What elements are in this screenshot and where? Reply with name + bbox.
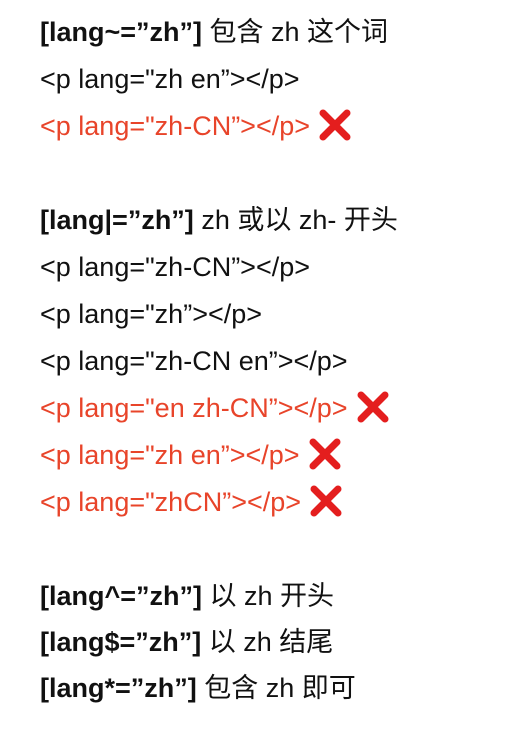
invalid-example: <p lang="zhCN”></p> — [40, 484, 343, 520]
cross-mark-icon — [356, 390, 390, 424]
section-heading: [lang~=”zh”] 包含 zh 这个词 — [40, 14, 388, 50]
example-code: <p lang="zhCN”></p> — [40, 487, 302, 517]
attribute-selector: [lang*=”zh”] — [40, 673, 197, 703]
section-heading: [lang|=”zh”] zh 或以 zh- 开头 — [40, 202, 398, 238]
cross-mark-icon — [309, 484, 343, 518]
attribute-selector: [lang^=”zh”] — [40, 581, 203, 611]
invalid-example: <p lang="en zh-CN”></p> — [40, 390, 390, 426]
attribute-selector: [lang|=”zh”] — [40, 205, 194, 235]
selector-description: 以 zh 开头 — [209, 581, 335, 611]
selector-description: zh 或以 zh- 开头 — [201, 205, 398, 235]
cross-mark-icon — [308, 437, 342, 471]
selector-description: 包含 zh 即可 — [204, 673, 356, 703]
valid-example: <p lang="zh-CN en”></p> — [40, 343, 348, 379]
attribute-selector: [lang$=”zh”] — [40, 627, 202, 657]
rule-line: [lang^=”zh”] 以 zh 开头 — [40, 578, 334, 614]
attribute-selector: [lang~=”zh”] — [40, 17, 203, 47]
example-code: <p lang="zh”></p> — [40, 299, 263, 329]
example-code: <p lang="zh en”></p> — [40, 440, 300, 470]
example-code: <p lang="zh-CN”></p> — [40, 252, 310, 282]
valid-example: <p lang="zh-CN”></p> — [40, 249, 310, 285]
cross-mark-icon — [318, 108, 352, 142]
valid-example: <p lang="zh en”></p> — [40, 61, 300, 97]
rule-line: [lang*=”zh”] 包含 zh 即可 — [40, 670, 356, 706]
valid-example: <p lang="zh”></p> — [40, 296, 262, 332]
example-code: <p lang="zh en”></p> — [40, 64, 300, 94]
rule-line: [lang$=”zh”] 以 zh 结尾 — [40, 624, 333, 660]
selector-description: 以 zh 结尾 — [208, 627, 334, 657]
invalid-example: <p lang="zh-CN”></p> — [40, 108, 352, 144]
example-code: <p lang="en zh-CN”></p> — [40, 393, 348, 423]
example-code: <p lang="zh-CN”></p> — [40, 111, 310, 141]
selector-description: 包含 zh 这个词 — [209, 17, 389, 47]
example-code: <p lang="zh-CN en”></p> — [40, 346, 348, 376]
invalid-example: <p lang="zh en”></p> — [40, 437, 342, 473]
